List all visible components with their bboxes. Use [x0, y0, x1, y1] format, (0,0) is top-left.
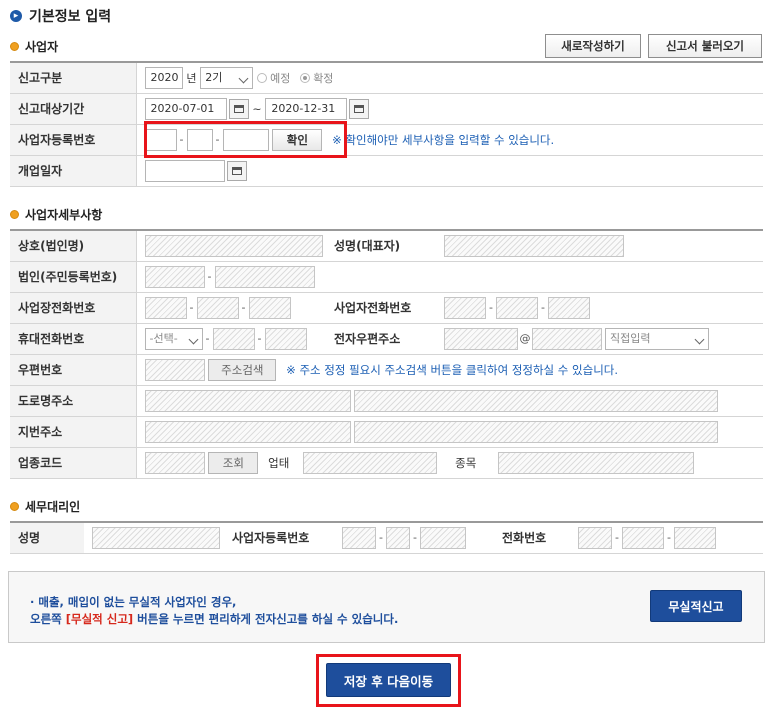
biz-tel-part2[interactable]: [496, 296, 538, 319]
new-write-button[interactable]: 새로작성하기: [545, 34, 641, 58]
calendar-icon[interactable]: [228, 98, 249, 119]
business-type-label: 업태: [268, 455, 290, 470]
section-title-business: 사업자: [10, 38, 58, 55]
biz-phone-part2[interactable]: [196, 296, 239, 319]
agent-phone-part1[interactable]: [578, 526, 612, 549]
mobile-part3[interactable]: [264, 327, 307, 350]
business-table: 신고구분 2020 년 2기 예정 확정 신고대상기간 2020-07-01 ~…: [10, 61, 763, 187]
agent-phone-part3[interactable]: [674, 526, 716, 549]
period-end-input[interactable]: 2020-12-31: [265, 97, 348, 120]
section-title-business-detail: 사업자세부사항: [10, 206, 102, 223]
lot-address-input2[interactable]: [354, 420, 719, 443]
chevron-down-icon: [188, 334, 198, 344]
bullet-icon: [10, 42, 19, 51]
bullet-icon: [10, 502, 19, 511]
confirm-note: ※ 확인해야만 세부사항을 입력할 수 있습니다.: [332, 132, 555, 147]
road-address-input2[interactable]: [354, 389, 719, 412]
mobile-label: 휴대전화번호: [10, 323, 137, 355]
agent-phone-part2[interactable]: [622, 526, 664, 549]
calendar-icon[interactable]: [349, 98, 370, 119]
no-performance-report-button[interactable]: 무실적신고: [650, 590, 742, 622]
corp-reg-part1[interactable]: [144, 265, 205, 288]
agent-name-input[interactable]: [92, 526, 220, 549]
agent-table: 성명 사업자등록번호 -- 전화번호 --: [10, 521, 763, 554]
period-start-input[interactable]: 2020-07-01: [144, 97, 227, 120]
lookup-button[interactable]: 조회: [208, 451, 259, 474]
mobile-prefix-select[interactable]: -선택-: [144, 327, 203, 350]
open-date-input[interactable]: [144, 159, 225, 182]
industry-code-input[interactable]: [144, 451, 205, 474]
radio-prelim[interactable]: [257, 72, 268, 83]
highlight-save-next: [316, 654, 461, 707]
biz-tel-label: 사업자전화번호: [326, 292, 436, 324]
biz-reg-no-label: 사업자등록번호: [10, 124, 137, 156]
agent-reg-no-part1[interactable]: [342, 526, 376, 549]
agent-reg-no-part3[interactable]: [420, 526, 466, 549]
biz-phone-part3[interactable]: [248, 296, 291, 319]
highlight-biz-reg-no: [144, 121, 347, 158]
bullet-icon: [10, 210, 19, 219]
page-title: ▸ 기본정보 입력: [10, 6, 111, 26]
email-label: 전자우편주소: [326, 323, 436, 355]
business-detail-table: 상호(법인명) 성명(대표자) 법인(주민등록번호) - 사업장전화번호 -- …: [10, 229, 763, 479]
report-period-label: 신고대상기간: [10, 93, 137, 125]
ceo-label: 성명(대표자): [326, 229, 436, 262]
calendar-icon[interactable]: [226, 160, 247, 181]
open-date-label: 개업일자: [10, 155, 137, 187]
item-label: 종목: [455, 455, 477, 470]
agent-name-label: 성명: [10, 521, 84, 554]
biz-tel-part1[interactable]: [444, 296, 486, 319]
chevron-down-icon: [694, 334, 705, 344]
report-type-label: 신고구분: [10, 61, 137, 94]
road-address-label: 도로명주소: [10, 385, 137, 417]
lot-address-input1[interactable]: [144, 420, 351, 443]
year-unit: 년: [186, 71, 197, 85]
email-domain-select[interactable]: 직접입력: [605, 327, 709, 350]
agent-reg-no-label: 사업자등록번호: [224, 521, 334, 554]
chevron-right-icon: ▸: [10, 10, 22, 22]
lot-address-label: 지번주소: [10, 416, 137, 448]
biz-tel-part3[interactable]: [548, 296, 590, 319]
company-input[interactable]: [144, 234, 323, 257]
radio-final[interactable]: [300, 72, 311, 83]
item-input[interactable]: [498, 451, 695, 474]
notice-text: · 매출, 매입이 없는 무실적 사업자인 경우, 오른쪽 [무실적 신고] 버…: [30, 595, 399, 626]
ceo-input[interactable]: [444, 234, 624, 257]
biz-phone-part1[interactable]: [144, 296, 187, 319]
email-id-input[interactable]: [444, 327, 518, 350]
industry-code-label: 업종코드: [10, 447, 137, 479]
period-select[interactable]: 2기: [200, 66, 254, 89]
year-input[interactable]: 2020: [144, 66, 183, 89]
agent-reg-no-part2[interactable]: [386, 526, 410, 549]
load-report-button[interactable]: 신고서 불러오기: [648, 34, 762, 58]
road-address-input1[interactable]: [144, 389, 351, 412]
address-note: ※ 주소 정정 필요시 주소검색 버튼을 클릭하여 정정하실 수 있습니다.: [286, 362, 619, 377]
agent-phone-label: 전화번호: [494, 521, 570, 554]
corp-reg-label: 법인(주민등록번호): [10, 261, 137, 293]
email-domain-input[interactable]: [532, 327, 602, 350]
corp-reg-part2[interactable]: [214, 265, 315, 288]
chevron-down-icon: [238, 73, 249, 84]
section-title-agent: 세무대리인: [10, 498, 80, 515]
biz-phone-label: 사업장전화번호: [10, 292, 137, 324]
company-label: 상호(법인명): [10, 229, 137, 262]
business-type-input[interactable]: [303, 451, 438, 474]
mobile-part2[interactable]: [212, 327, 255, 350]
zip-label: 우편번호: [10, 354, 137, 386]
address-search-button[interactable]: 주소검색: [208, 358, 277, 381]
zip-input[interactable]: [144, 358, 205, 381]
